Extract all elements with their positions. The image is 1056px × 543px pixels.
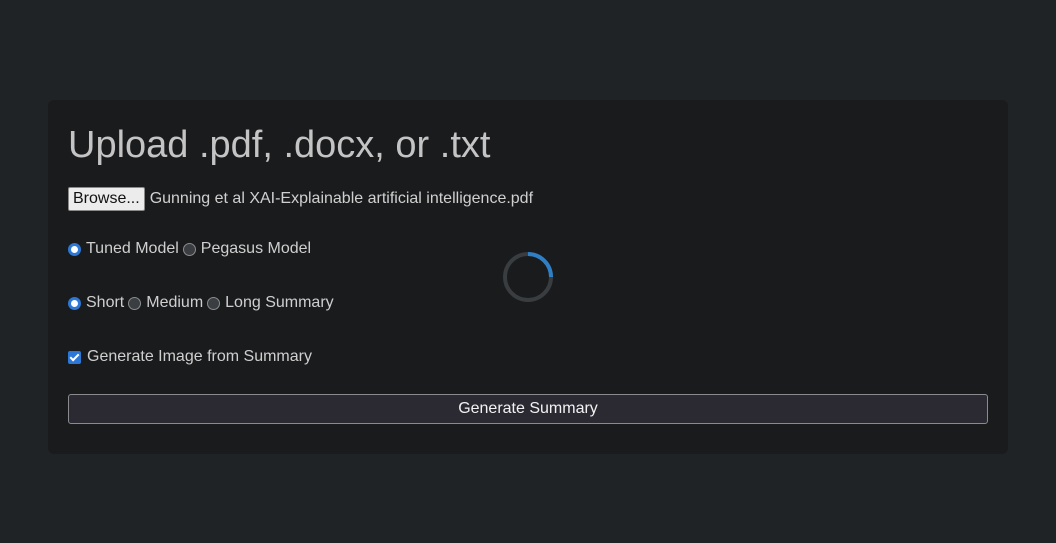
file-input[interactable]: Browse... Gunning et al XAI-Explainable …: [68, 187, 533, 211]
length-radio-group: Short Medium Long Summary: [68, 293, 338, 313]
loading-spinner-icon: [503, 252, 553, 302]
radio-short[interactable]: [68, 296, 81, 310]
radio-long-summary[interactable]: [207, 296, 221, 310]
selected-file-name: Gunning et al XAI-Explainable artificial…: [149, 190, 534, 207]
radio-tuned-model-label[interactable]: Tuned Model: [86, 240, 179, 258]
model-radio-group: Tuned Model Pegasus Model: [68, 239, 315, 259]
radio-pegasus-model[interactable]: [182, 242, 196, 256]
generate-summary-button[interactable]: Generate Summary: [68, 394, 988, 424]
upload-card: Upload .pdf, .docx, or .txt Browse... Gu…: [48, 100, 1008, 454]
radio-tuned-model[interactable]: [68, 242, 81, 256]
page-title: Upload .pdf, .docx, or .txt: [68, 124, 491, 166]
radio-medium[interactable]: [128, 296, 142, 310]
radio-medium-label[interactable]: Medium: [146, 294, 203, 312]
generate-image-label[interactable]: Generate Image from Summary: [87, 348, 312, 366]
browse-button[interactable]: Browse...: [68, 187, 145, 211]
radio-short-label[interactable]: Short: [86, 294, 124, 312]
radio-long-summary-label[interactable]: Long Summary: [225, 294, 334, 312]
radio-pegasus-model-label[interactable]: Pegasus Model: [201, 240, 311, 258]
generate-image-checkbox[interactable]: [68, 350, 81, 364]
image-checkbox-row: Generate Image from Summary: [68, 347, 316, 367]
spinner-arc: [527, 252, 553, 278]
